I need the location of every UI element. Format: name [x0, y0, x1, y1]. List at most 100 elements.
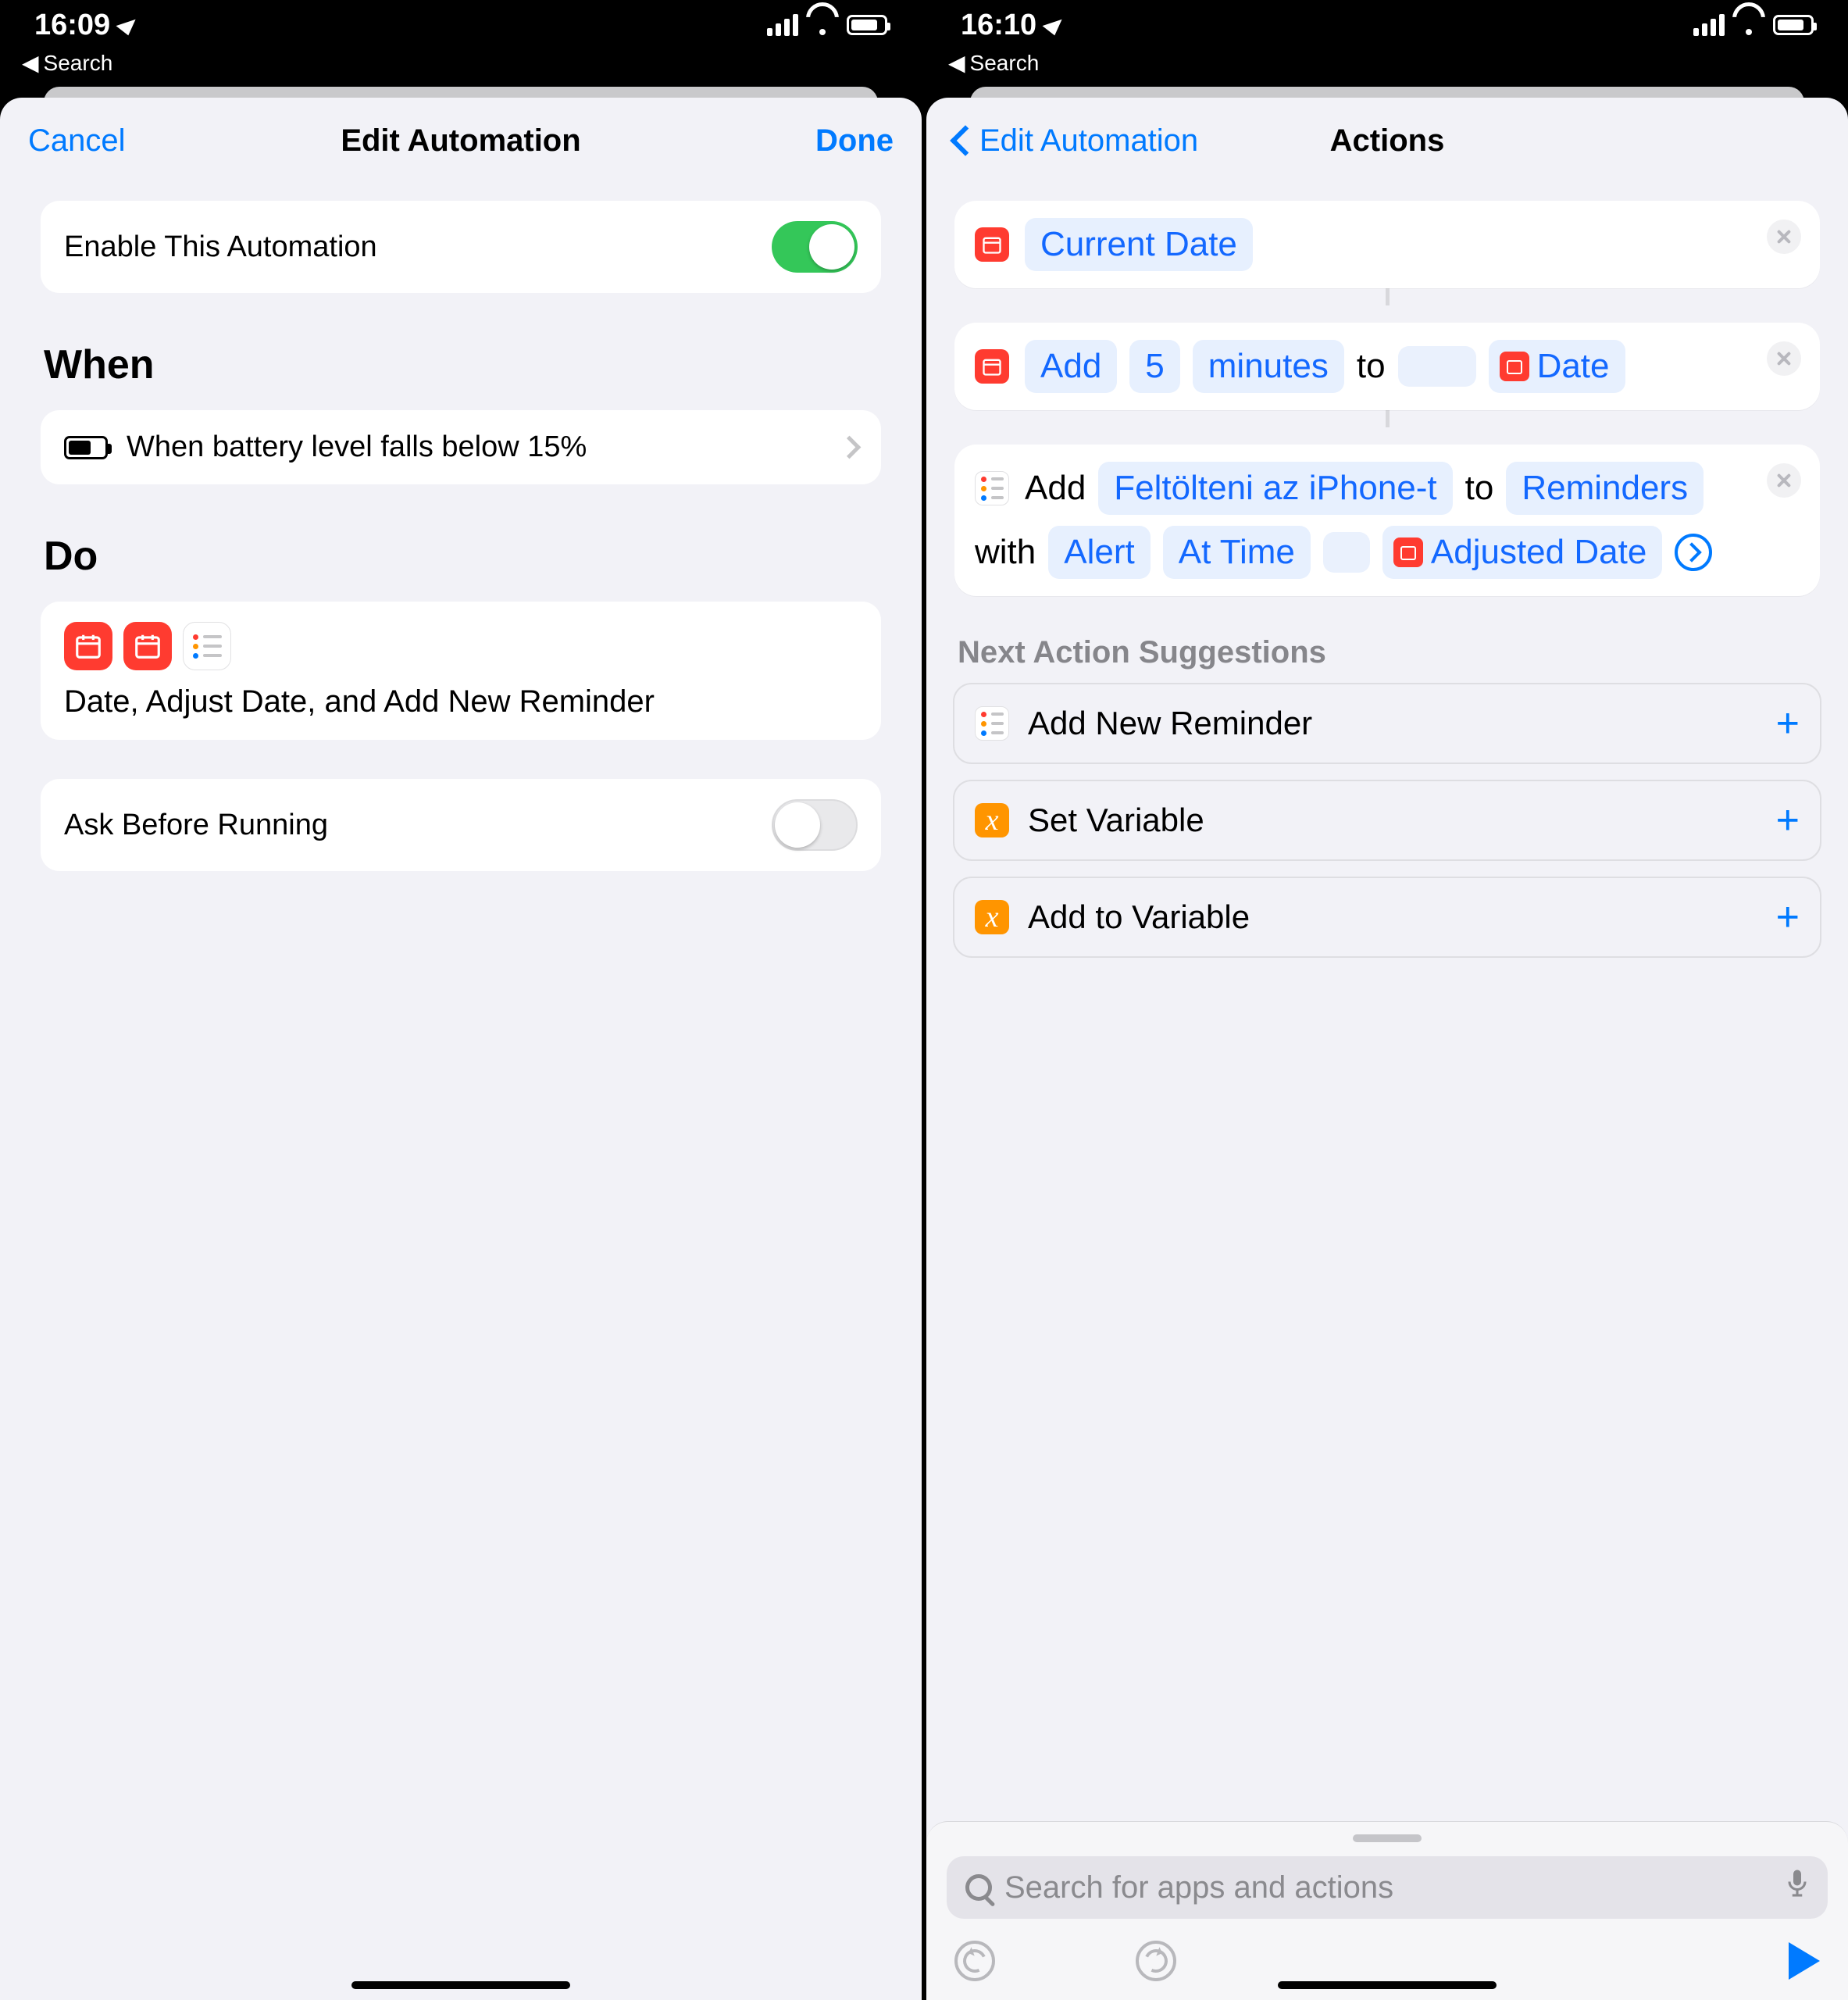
- calendar-icon: [1500, 352, 1529, 381]
- tray-buttons: [947, 1919, 1828, 1984]
- sheet-container: Cancel Edit Automation Done Enable This …: [0, 87, 922, 2000]
- plus-icon[interactable]: +: [1776, 894, 1800, 941]
- suggestion-label: Add to Variable: [1028, 898, 1250, 936]
- enable-label: Enable This Automation: [64, 230, 377, 264]
- do-text: Date, Adjust Date, and Add New Reminder: [64, 684, 858, 720]
- connector: [1386, 410, 1390, 427]
- reminders-icon: [975, 706, 1009, 741]
- home-indicator: [1278, 1981, 1497, 1989]
- undo-button[interactable]: [954, 1941, 995, 1981]
- connector: [1386, 288, 1390, 305]
- back-button[interactable]: Edit Automation: [954, 98, 1198, 184]
- token-adjusted-date-label: Adjusted Date: [1431, 529, 1646, 576]
- token-add[interactable]: Add: [1025, 340, 1117, 393]
- mic-icon[interactable]: [1786, 1868, 1809, 1907]
- run-button[interactable]: [1789, 1942, 1820, 1980]
- search-input[interactable]: Search for apps and actions: [947, 1856, 1828, 1919]
- variable-icon: x: [975, 900, 1009, 934]
- back-label: Search: [970, 51, 1040, 76]
- calendar-icon: [123, 622, 172, 670]
- content: Enable This Automation When When battery…: [0, 184, 922, 2000]
- delete-action-button[interactable]: [1767, 463, 1801, 498]
- token-list[interactable]: Reminders: [1506, 462, 1704, 515]
- search-placeholder: Search for apps and actions: [1004, 1870, 1393, 1905]
- when-heading: When: [28, 310, 894, 393]
- cancel-button[interactable]: Cancel: [28, 98, 126, 184]
- token-alert[interactable]: Alert: [1048, 526, 1150, 579]
- suggestions-heading: Next Action Suggestions: [942, 596, 1832, 683]
- ask-label: Ask Before Running: [64, 809, 328, 842]
- do-heading: Do: [28, 502, 894, 584]
- chevron-right-icon: [841, 432, 858, 462]
- token-unit[interactable]: minutes: [1193, 340, 1344, 393]
- status-bar: 16:10: [926, 0, 1848, 50]
- calendar-icon: [975, 227, 1009, 262]
- token-adjusted-date[interactable]: Adjusted Date: [1382, 526, 1662, 579]
- edit-automation-sheet: Cancel Edit Automation Done Enable This …: [0, 98, 922, 2000]
- search-icon: [965, 1874, 992, 1901]
- back-label: Search: [44, 51, 113, 76]
- done-button[interactable]: Done: [815, 98, 894, 184]
- back-triangle-icon: ◀: [948, 50, 965, 76]
- token-current-date[interactable]: Current Date: [1025, 218, 1253, 271]
- when-card: When battery level falls below 15%: [41, 410, 881, 484]
- suggestion-add-reminder[interactable]: Add New Reminder +: [953, 683, 1821, 764]
- token-date-variable[interactable]: Date: [1489, 340, 1625, 393]
- battery-low-icon: [64, 436, 108, 459]
- word-to: to: [1465, 465, 1494, 512]
- enable-toggle[interactable]: [772, 221, 858, 273]
- calendar-icon: [64, 622, 112, 670]
- redo-button[interactable]: [1136, 1941, 1176, 1981]
- sheet-container: Edit Automation Actions Current Date: [926, 87, 1848, 2000]
- reminders-icon: [183, 622, 231, 670]
- plus-icon[interactable]: +: [1776, 700, 1800, 747]
- token-at-time[interactable]: At Time: [1163, 526, 1311, 579]
- ask-card: Ask Before Running: [41, 779, 881, 871]
- actions-sheet: Edit Automation Actions Current Date: [926, 98, 1848, 2000]
- action-add-reminder[interactable]: Add Feltölteni az iPhone-t to Reminders …: [954, 445, 1820, 596]
- word-to: to: [1357, 343, 1386, 390]
- enable-cell[interactable]: Enable This Automation: [41, 201, 881, 293]
- back-to-search[interactable]: ◀ Search: [0, 50, 922, 87]
- token-placeholder[interactable]: [1398, 346, 1476, 387]
- wifi-icon: [809, 15, 836, 35]
- nav-title: Edit Automation: [341, 123, 580, 159]
- ask-toggle[interactable]: [772, 799, 858, 851]
- suggestion-set-variable[interactable]: x Set Variable +: [953, 780, 1821, 861]
- calendar-icon: [1393, 538, 1423, 567]
- when-cell[interactable]: When battery level falls below 15%: [41, 410, 881, 484]
- status-time: 16:09: [34, 9, 110, 42]
- status-time: 16:10: [961, 9, 1036, 42]
- bottom-tray: Search for apps and actions: [926, 1821, 1848, 2000]
- cancel-label: Cancel: [28, 123, 126, 159]
- back-to-search[interactable]: ◀ Search: [926, 50, 1848, 87]
- plus-icon[interactable]: +: [1776, 797, 1800, 844]
- token-task[interactable]: Feltölteni az iPhone-t: [1098, 462, 1452, 515]
- token-date-label: Date: [1537, 343, 1610, 390]
- delete-action-button[interactable]: [1767, 220, 1801, 254]
- reminders-icon: [975, 471, 1009, 505]
- calendar-icon: [975, 349, 1009, 384]
- token-quantity[interactable]: 5: [1129, 340, 1179, 393]
- delete-action-button[interactable]: [1767, 341, 1801, 376]
- battery-icon: [1773, 15, 1814, 35]
- do-cell[interactable]: Date, Adjust Date, and Add New Reminder: [41, 602, 881, 740]
- suggestion-label: Add New Reminder: [1028, 705, 1312, 742]
- action-current-date[interactable]: Current Date: [954, 201, 1820, 288]
- expand-button[interactable]: [1675, 534, 1712, 571]
- back-label: Edit Automation: [979, 123, 1198, 159]
- navbar: Cancel Edit Automation Done: [0, 98, 922, 184]
- battery-icon: [847, 15, 887, 35]
- suggestion-add-to-variable[interactable]: x Add to Variable +: [953, 877, 1821, 958]
- right-screenshot: 16:10 ◀ Search Edit Automation Actions: [926, 0, 1848, 2000]
- done-label: Done: [815, 123, 894, 159]
- grabber[interactable]: [1353, 1834, 1422, 1842]
- action-adjust-date[interactable]: Add 5 minutes to Date: [954, 323, 1820, 410]
- cellular-icon: [1693, 14, 1725, 36]
- nav-title: Actions: [1330, 123, 1445, 159]
- chevron-back-icon: [954, 125, 973, 156]
- ask-cell[interactable]: Ask Before Running: [41, 779, 881, 871]
- token-placeholder[interactable]: [1323, 532, 1370, 573]
- content: Current Date Add 5 minutes to: [926, 184, 1848, 2000]
- left-screenshot: 16:09 ◀ Search Cancel Edit Automation Do…: [0, 0, 922, 2000]
